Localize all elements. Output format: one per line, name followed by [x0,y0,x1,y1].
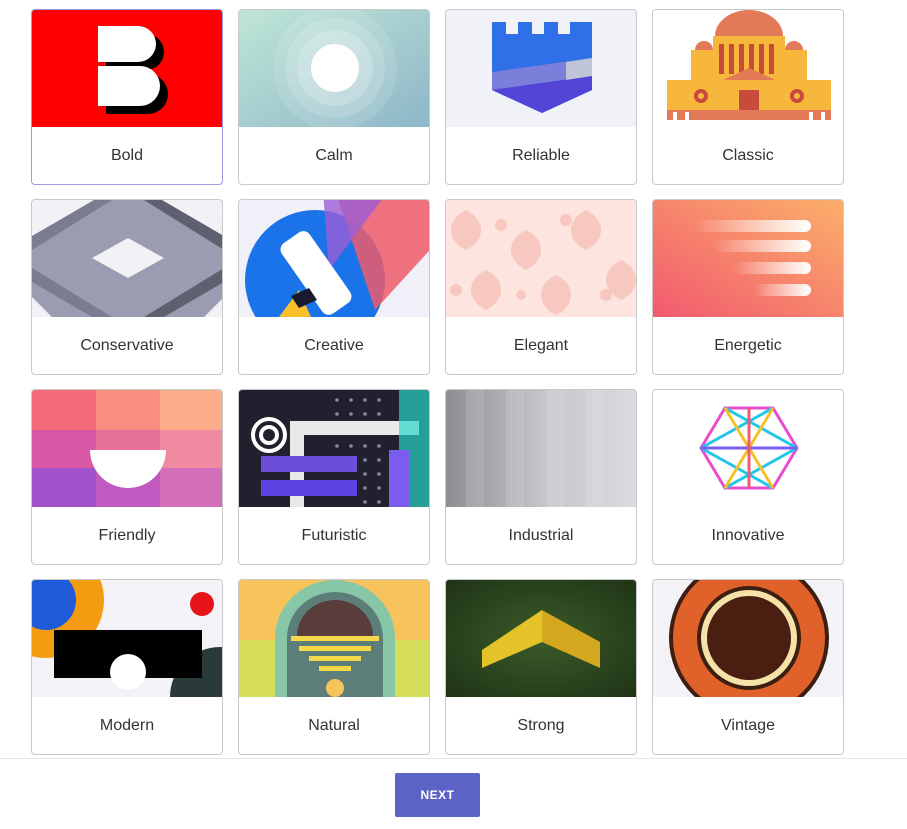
hexagon-lines-icon [653,390,843,507]
style-label: Energetic [714,336,782,354]
style-card-elegant[interactable]: Elegant [445,199,637,375]
style-label: Creative [304,336,364,354]
style-card-conservative[interactable]: Conservative [31,199,223,375]
style-label: Modern [99,716,155,734]
metal-gradient-icon [446,390,636,507]
speed-lines-icon [653,200,843,317]
style-label: Vintage [721,716,775,734]
style-label: Calm [315,146,353,164]
footer-bar: NEXT [0,758,907,829]
style-grid: Bold Calm Reliable Classic Conservative … [0,0,907,760]
style-card-energetic[interactable]: Energetic [652,199,844,375]
style-label: Natural [308,716,360,734]
style-label: Strong [517,716,565,734]
style-card-classic[interactable]: Classic [652,9,844,185]
style-label: Friendly [98,526,156,544]
style-label: Reliable [512,146,570,164]
concentric-rings-icon [653,580,843,697]
tech-grid-icon [239,390,429,507]
style-card-futuristic[interactable]: Futuristic [238,389,430,565]
style-label: Elegant [513,336,569,354]
castle-tower-icon [446,10,636,127]
palace-building-icon [653,10,843,127]
style-card-reliable[interactable]: Reliable [445,9,637,185]
style-card-innovative[interactable]: Innovative [652,389,844,565]
style-card-natural[interactable]: Natural [238,579,430,755]
paint-roller-icon [239,200,429,317]
next-button[interactable]: NEXT [395,773,480,817]
half-circle-grid-icon [32,390,222,507]
landscape-arch-icon [239,580,429,697]
bold-b-icon [32,10,222,127]
style-label: Futuristic [301,526,367,544]
style-card-friendly[interactable]: Friendly [31,389,223,565]
damask-pattern-icon [446,200,636,317]
style-card-creative[interactable]: Creative [238,199,430,375]
style-label: Industrial [508,526,574,544]
style-label: Innovative [711,526,785,544]
style-card-strong[interactable]: Strong [445,579,637,755]
calm-circle-icon [239,10,429,127]
grey-chevron-pattern-icon [32,200,222,317]
geometric-shapes-icon [32,580,222,697]
style-label: Classic [722,146,774,164]
style-card-calm[interactable]: Calm [238,9,430,185]
style-label: Conservative [80,336,174,354]
style-card-bold[interactable]: Bold [31,9,223,185]
chevron-arrow-icon [446,580,636,697]
style-card-industrial[interactable]: Industrial [445,389,637,565]
style-card-modern[interactable]: Modern [31,579,223,755]
style-label: Bold [110,146,144,164]
style-card-vintage[interactable]: Vintage [652,579,844,755]
